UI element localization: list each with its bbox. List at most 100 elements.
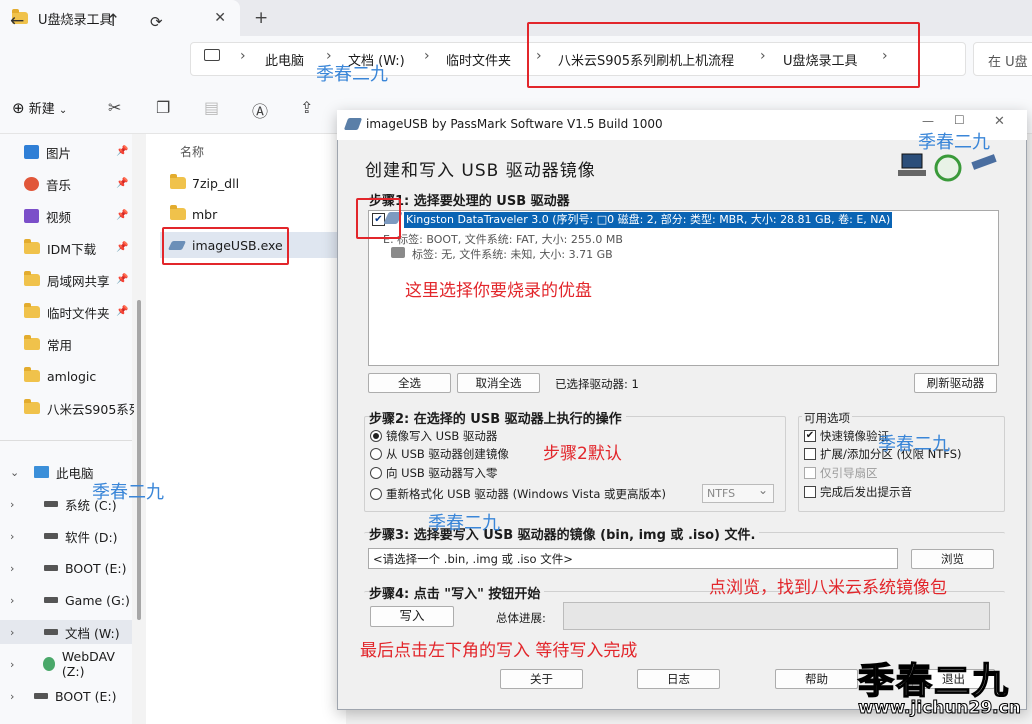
annotation-step2-default: 步骤2默认 — [543, 444, 622, 464]
plus-icon: ⊕ — [12, 99, 25, 117]
image-path-input[interactable]: <请选择一个 .bin, .img 或 .iso 文件> — [368, 548, 898, 569]
imageusb-title: imageUSB by PassMark Software V1.5 Build… — [366, 117, 663, 131]
sidebar-item-amlogic[interactable]: amlogic — [24, 364, 134, 388]
breadcrumb-temp[interactable]: 临时文件夹 — [446, 50, 511, 69]
windows-drive-icon — [44, 501, 58, 507]
breadcrumb-this-pc[interactable]: 此电脑 — [265, 50, 304, 69]
op-write-zero-radio[interactable]: 向 USB 驱动器写入零 — [370, 465, 497, 481]
radio-icon — [370, 448, 382, 460]
sidebar-drive-z[interactable]: › WebDAV (Z:) — [10, 649, 132, 679]
drive-row-kingston[interactable]: Kingston DataTraveler 3.0 (序列号: □0 磁盘: 2… — [404, 212, 893, 228]
checkbox-icon — [804, 448, 816, 460]
search-input[interactable]: 在 U盘 — [973, 42, 1032, 76]
minimize-icon[interactable]: — — [922, 114, 934, 128]
sidebar-drive-g[interactable]: › Game (G:) — [10, 588, 132, 612]
drive-icon — [44, 533, 58, 539]
pin-icon: 📌 — [116, 242, 129, 253]
rename-icon[interactable]: Ⓐ — [252, 98, 268, 122]
partition-row-e: E: 标签: BOOT, 文件系统: FAT, 大小: 255.0 MB — [383, 233, 623, 246]
folder-icon — [170, 174, 186, 189]
overall-progress-bar — [563, 602, 990, 630]
watermark-logo-text: 季春二九 — [857, 660, 1011, 703]
new-tab-button[interactable]: + — [254, 8, 268, 28]
folder-icon — [170, 205, 186, 220]
write-button[interactable]: 写入 — [370, 606, 454, 627]
checkbox-icon — [804, 486, 816, 498]
help-button[interactable]: 帮助 — [775, 669, 858, 689]
quick-verify-checkbox[interactable]: ✔ 快速镜像验证 — [804, 428, 889, 444]
refresh-icon[interactable]: ⟳ — [150, 13, 163, 31]
computer-icon — [34, 466, 49, 478]
webdav-icon — [42, 657, 55, 671]
options-title: 可用选项 — [802, 410, 852, 426]
step2-title: 步骤2: 在选择的 USB 驱动器上执行的操作 — [369, 408, 626, 427]
chevron-right-icon: › — [10, 529, 15, 543]
paste-icon[interactable]: ▤ — [204, 98, 219, 117]
log-button[interactable]: 日志 — [637, 669, 720, 689]
refresh-drives-button[interactable]: 刷新驱动器 — [914, 373, 997, 393]
op-create-image-radio[interactable]: 从 USB 驱动器创建镜像 — [370, 446, 509, 462]
annotation-select-drive: 这里选择你要烧录的优盘 — [405, 281, 592, 301]
column-header-name[interactable]: 名称 — [180, 143, 204, 160]
pin-icon: 📌 — [116, 274, 129, 285]
pin-icon: 📌 — [116, 210, 129, 221]
pictures-icon — [24, 145, 39, 159]
pin-icon: 📌 — [116, 178, 129, 189]
maximize-icon[interactable]: ☐ — [954, 113, 965, 127]
sidebar-item-common[interactable]: 常用 — [24, 332, 134, 356]
watermark-text: 季春二九 — [878, 434, 950, 455]
watermark-text: 季春二九 — [92, 482, 164, 503]
share-icon[interactable]: ⇪ — [300, 98, 313, 117]
radio-selected-icon — [370, 430, 382, 442]
up-arrow-icon[interactable]: ↑ — [106, 11, 120, 31]
sidebar-drive-e-2[interactable]: › BOOT (E:) — [10, 684, 132, 708]
checkmark-icon: ✔ — [804, 430, 816, 442]
op-write-image-radio[interactable]: 镜像写入 USB 驱动器 — [370, 428, 497, 444]
chevron-right-icon: › — [10, 593, 15, 607]
watermark-text: 季春二九 — [428, 513, 500, 534]
boot-sector-only-checkbox[interactable]: 仅引导扇区 — [804, 465, 878, 481]
cut-icon[interactable]: ✂ — [108, 98, 121, 117]
annotation-box-exe — [162, 227, 289, 265]
monitor-icon — [204, 49, 220, 61]
annotation-write: 最后点击左下角的写入 等待写入完成 — [360, 641, 638, 661]
close-tab-icon[interactable]: ✕ — [214, 10, 226, 26]
file-row-mbr[interactable]: mbr — [160, 201, 346, 227]
new-button[interactable]: ⊕ 新建 ⌄ — [12, 98, 67, 117]
beep-on-complete-checkbox[interactable]: 完成后发出提示音 — [804, 484, 912, 500]
sidebar-scrollbar[interactable] — [137, 300, 141, 620]
pin-icon: 📌 — [116, 306, 129, 317]
filesystem-select[interactable]: NTFS — [702, 483, 774, 503]
sidebar-drive-d[interactable]: › 软件 (D:) — [10, 524, 132, 548]
folder-icon — [24, 399, 40, 414]
op-reformat-radio[interactable]: 重新格式化 USB 驱动器 (Windows Vista 或更高版本) — [370, 486, 666, 502]
chevron-right-icon: › — [10, 689, 15, 703]
chevron-right-icon: › — [10, 497, 15, 511]
select-all-button[interactable]: 全选 — [368, 373, 451, 393]
chevron-right-icon: › — [10, 561, 15, 575]
folder-icon — [24, 271, 40, 286]
folder-icon — [24, 367, 40, 382]
sidebar-drive-w[interactable]: › 文档 (W:) — [0, 620, 132, 644]
back-arrow-icon[interactable]: ← — [10, 11, 24, 31]
about-button[interactable]: 关于 — [500, 669, 583, 689]
partition-row-unknown: 标签: 无, 文件系统: 未知, 大小: 3.71 GB — [412, 248, 613, 261]
file-row-7zip-dll[interactable]: 7zip_dll — [160, 170, 346, 196]
pin-icon: 📌 — [116, 146, 129, 157]
close-icon[interactable]: ✕ — [994, 114, 1005, 129]
copy-icon[interactable]: ❐ — [156, 98, 170, 117]
deselect-all-button[interactable]: 取消全选 — [457, 373, 540, 393]
progress-label: 总体进展: — [496, 611, 546, 625]
folder-icon — [24, 303, 40, 318]
forward-arrow-icon[interactable]: → — [58, 11, 72, 31]
sidebar-item-s905[interactable]: 八米云S905系列 — [24, 396, 134, 420]
disk-icon — [391, 247, 405, 258]
chevron-right-icon: › — [10, 657, 15, 671]
watermark-text: 季春二九 — [316, 64, 388, 85]
chevron-right-icon: › — [10, 625, 15, 639]
drive-icon — [44, 565, 58, 571]
drive-icon — [44, 597, 58, 603]
browse-button[interactable]: 浏览 — [911, 549, 994, 569]
sidebar-drive-e[interactable]: › BOOT (E:) — [10, 556, 132, 580]
drive-icon — [34, 693, 48, 699]
